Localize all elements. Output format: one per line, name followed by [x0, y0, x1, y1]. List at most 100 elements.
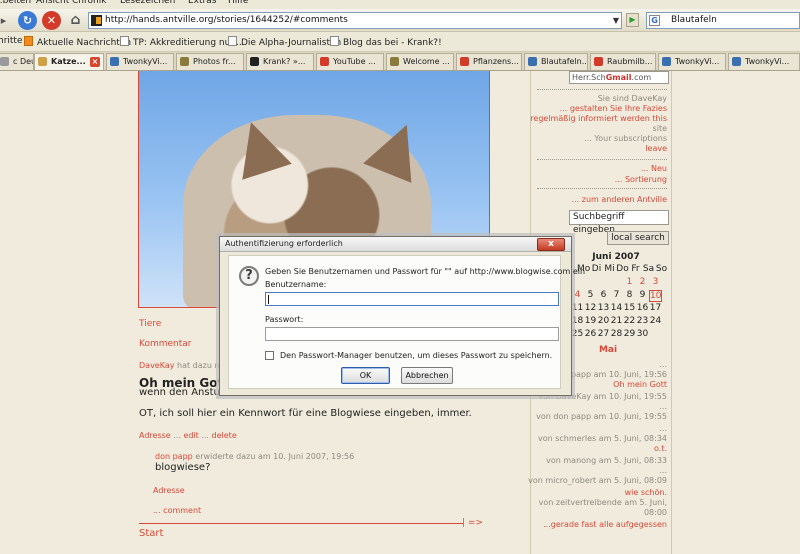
browser-tab[interactable]: TwonkyVi... — [106, 53, 174, 70]
tab-close-icon[interactable]: × — [90, 57, 100, 67]
home-button[interactable]: ⌂ — [66, 11, 85, 30]
bookmark-item[interactable]: Die Alpha-Journalisten — [228, 36, 341, 48]
menu-item[interactable]: Ansicht — [36, 0, 69, 6]
url-bar[interactable]: http://hands.antville.org/stories/164425… — [88, 12, 622, 29]
reply-meta: don papp erwiderte dazu am 10. Juni 2007… — [155, 452, 354, 461]
post-author-link[interactable]: DaveKay — [139, 361, 174, 370]
sidebar-divider — [537, 89, 667, 90]
menu-item[interactable]: Chronik — [72, 0, 106, 6]
sidebar-info-line: Sie sind DaveKay — [597, 94, 667, 103]
sidebar-info-line[interactable]: ... gestalten Sie Ihre Fazies — [560, 104, 667, 113]
calendar-day: 7 — [613, 290, 620, 300]
browser-tab[interactable]: TwonkyVi... — [658, 53, 726, 70]
address-link[interactable]: Adresse — [139, 431, 171, 440]
browser-tab[interactable]: Krank? »... — [246, 53, 314, 70]
sidebar-info-line[interactable]: regelmäßig informiert werden this — [530, 114, 667, 123]
reload-button[interactable]: ↻ — [18, 11, 37, 30]
calendar-weekday: Di — [591, 264, 602, 274]
calendar-day: 6 — [600, 290, 607, 300]
calendar-day: 16 — [636, 303, 649, 313]
comment-link[interactable]: Kommentar — [139, 339, 191, 349]
sort-link[interactable]: ... Sortierung — [615, 175, 667, 184]
google-engine-icon[interactable]: G — [649, 15, 660, 26]
browser-tab[interactable]: Photos fr... — [176, 53, 244, 70]
password-input[interactable] — [265, 327, 559, 341]
tab-label: YouTube ... — [333, 57, 376, 66]
page-icon — [120, 36, 129, 46]
new-link[interactable]: ... Neu — [641, 164, 667, 173]
gmail-logo-text: Gmail — [605, 73, 632, 82]
comment-action-link[interactable]: ... comment — [153, 506, 201, 515]
calendar-day[interactable]: 10 — [649, 290, 662, 302]
auth-dialog: Authentifizierung erforderlich x ? Geben… — [219, 236, 585, 396]
menu-item[interactable]: Hilfe — [228, 0, 248, 6]
bookmark-item[interactable]: Blog das bei - Krank?! — [330, 36, 442, 48]
recent-comment-line[interactable]: o.t. — [654, 444, 667, 453]
calendar-day: 26 — [584, 329, 597, 339]
start-link[interactable]: Start — [139, 528, 163, 539]
navigation-toolbar: ▸ ↻ ✕ ⌂ http://hands.antville.org/storie… — [0, 9, 800, 32]
search-box[interactable]: G Blautafeln — [646, 12, 800, 29]
sidebar-divider — [537, 159, 667, 160]
post-meta: DaveKay hat dazu n — [139, 361, 220, 370]
calendar-day[interactable]: 1 — [623, 277, 636, 287]
recent-comment-line[interactable]: Oh mein Gott — [613, 380, 667, 389]
tab-favicon-icon — [390, 57, 399, 66]
calendar-day[interactable]: 3 — [649, 277, 662, 287]
bookmark-item[interactable]: TP: Akkreditierung nur... — [120, 36, 242, 48]
reply-author-link[interactable]: don papp — [155, 452, 193, 461]
dialog-body: ? Geben Sie Benutzernamen und Passwort f… — [228, 255, 585, 389]
web-page: Tiere Kommentar DaveKay hat dazu n Oh me… — [0, 71, 800, 554]
category-link[interactable]: Tiere — [139, 319, 161, 329]
browser-tab[interactable]: Pflanzens... — [456, 53, 522, 70]
reply-address-link[interactable]: Adresse — [153, 486, 185, 495]
calendar-day[interactable]: 4 — [571, 290, 584, 300]
dialog-message: Geben Sie Benutzernamen und Passwort für… — [265, 267, 586, 276]
separator: ... — [173, 431, 181, 440]
tab-label: Raubmilb... — [607, 57, 653, 66]
remember-label: Den Passwort-Manager benutzen, um dieses… — [280, 351, 553, 360]
dialog-close-button[interactable]: x — [537, 238, 565, 251]
browser-tab[interactable]: Katze... × — [34, 53, 104, 70]
recent-comment-line: von zeitvertreibende am 5. Juni, — [538, 498, 667, 507]
menu-item[interactable]: ...beiten — [0, 0, 31, 6]
gmail-prefix: Herr.Sch — [572, 73, 606, 82]
kitten-ear-right — [363, 115, 431, 183]
local-search-button[interactable]: local search — [607, 231, 669, 245]
kitten-ear-left — [226, 114, 292, 180]
browser-tab[interactable]: TwonkyVi... — [728, 53, 800, 70]
stop-button[interactable]: ✕ — [42, 11, 61, 30]
menu-item[interactable]: Extras — [188, 0, 216, 6]
calendar-day: 19 — [584, 316, 597, 326]
recent-comment-line[interactable]: ...gerade fast alle aufgegessen — [543, 520, 667, 529]
recent-comment-line[interactable]: wie schön. — [625, 488, 667, 497]
calendar-day: 25 — [571, 329, 584, 339]
ok-button[interactable]: OK — [341, 367, 390, 384]
reply-arrow-link[interactable]: | => — [462, 518, 483, 528]
browser-tab[interactable]: Blautafeln... — [524, 53, 588, 70]
bookmark-item[interactable]: hritte — [0, 36, 23, 46]
sidebar-divider — [537, 188, 667, 189]
cancel-button[interactable]: Abbrechen — [401, 367, 453, 384]
browser-tab[interactable]: Welcome ... — [386, 53, 454, 70]
go-button[interactable]: ▶ — [626, 13, 639, 27]
username-input[interactable] — [265, 292, 559, 306]
browser-tab[interactable]: c Deu... — [0, 53, 34, 70]
delete-link[interactable]: delete — [212, 431, 237, 440]
calendar-weekday: Do — [616, 264, 629, 274]
menu-item[interactable]: Lesezeichen — [120, 0, 175, 6]
browser-tab[interactable]: YouTube ... — [316, 53, 384, 70]
calendar-day: 11 — [571, 303, 584, 313]
edit-link[interactable]: edit — [183, 431, 198, 440]
forward-button[interactable]: ▸ — [0, 11, 13, 30]
browser-tab[interactable]: Raubmilb... — [590, 53, 656, 70]
calendar-day: 22 — [623, 316, 636, 326]
previous-month-link[interactable]: Mai — [561, 345, 655, 355]
remember-checkbox[interactable] — [265, 351, 274, 360]
url-dropdown-icon[interactable]: ▼ — [613, 16, 619, 25]
calendar-day[interactable]: 2 — [636, 277, 649, 287]
other-antville-link[interactable]: ... zum anderen Antville — [572, 195, 667, 204]
bookmark-item[interactable]: Aktuelle Nachrichten — [24, 36, 131, 48]
sidebar-search-input[interactable]: Suchbegriff eingeben — [569, 210, 669, 235]
sidebar-info-line[interactable]: leave — [645, 144, 667, 153]
